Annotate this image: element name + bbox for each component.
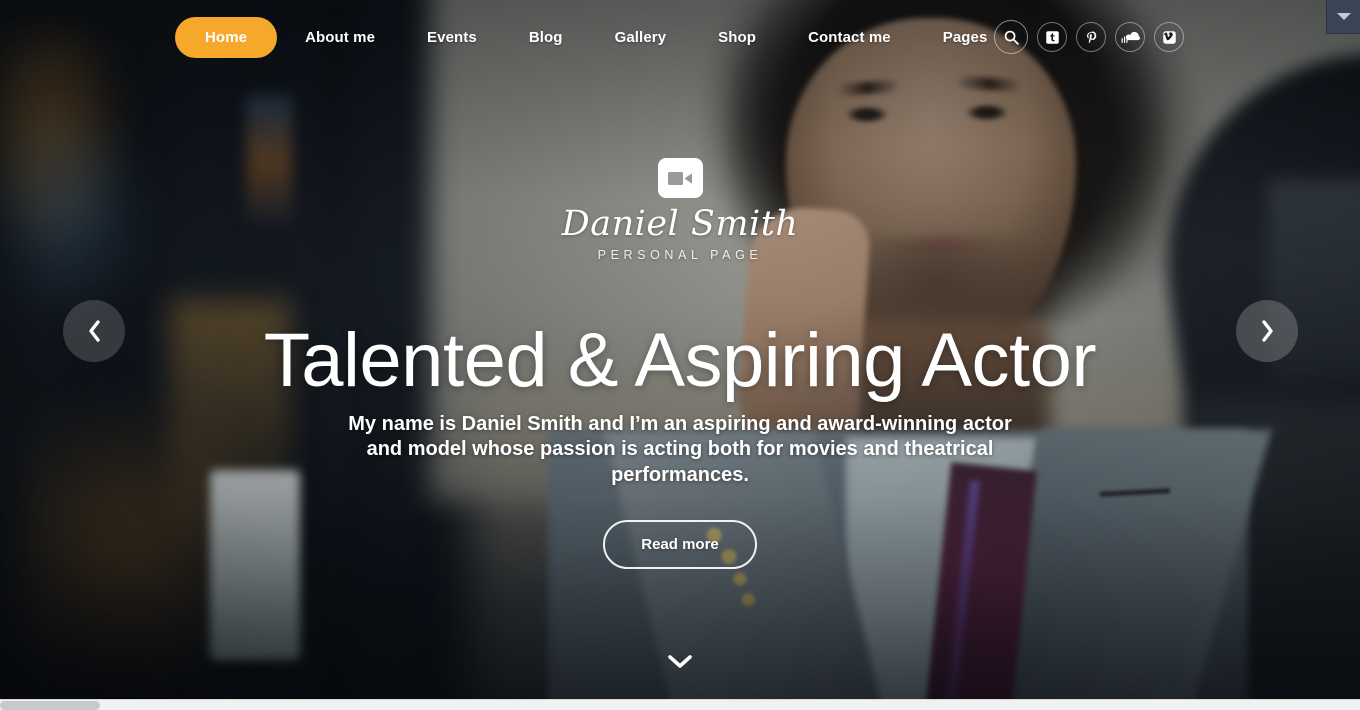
nav-item-blog[interactable]: Blog <box>529 29 563 46</box>
page-root: Home About me Events Blog Gallery Shop C… <box>0 0 1360 710</box>
tumblr-icon[interactable] <box>1037 22 1067 52</box>
scroll-down-button[interactable] <box>653 648 707 680</box>
nav-item-about-me[interactable]: About me <box>305 29 375 46</box>
nav-item-contact-me[interactable]: Contact me <box>808 29 891 46</box>
hero-slide-content: Talented & Aspiring Actor My name is Dan… <box>0 318 1360 570</box>
hero-subtext: My name is Daniel Smith and I’m an aspir… <box>348 412 1012 486</box>
vimeo-icon[interactable] <box>1154 22 1184 52</box>
search-icon[interactable] <box>994 20 1028 54</box>
chevron-left-icon <box>88 320 100 342</box>
dropdown-triangle-icon[interactable] <box>1326 0 1360 34</box>
scrollbar-thumb[interactable] <box>0 701 100 710</box>
video-camera-icon <box>657 158 703 198</box>
site-logo[interactable]: Daniel Smith PERSONAL PAGE <box>0 158 1360 262</box>
nav-item-shop[interactable]: Shop <box>718 29 756 46</box>
slider-next-button[interactable] <box>1236 300 1298 362</box>
logo-name: Daniel Smith <box>561 204 799 244</box>
scroll-down-indicator <box>0 648 1360 680</box>
nav-item-gallery[interactable]: Gallery <box>615 29 667 46</box>
read-more-button[interactable]: Read more <box>603 520 757 570</box>
nav-icon-group <box>994 0 1184 74</box>
nav-item-events[interactable]: Events <box>427 29 477 46</box>
pinterest-icon[interactable] <box>1076 22 1106 52</box>
nav-item-home[interactable]: Home <box>175 16 278 58</box>
logo-tagline: PERSONAL PAGE <box>597 247 763 262</box>
chevron-right-icon <box>1261 320 1273 342</box>
horizontal-scrollbar[interactable] <box>0 699 1360 710</box>
main-navigation: Home About me Events Blog Gallery Shop C… <box>0 0 1360 74</box>
triangle-glyph <box>1336 13 1351 20</box>
hero-headline: Talented & Aspiring Actor <box>263 318 1097 403</box>
chevron-down-icon <box>668 655 692 668</box>
slider-prev-button[interactable] <box>63 300 125 362</box>
nav-item-pages[interactable]: Pages <box>943 29 988 46</box>
nav-links: Home About me Events Blog Gallery Shop C… <box>175 16 988 58</box>
soundcloud-icon[interactable] <box>1115 22 1145 52</box>
